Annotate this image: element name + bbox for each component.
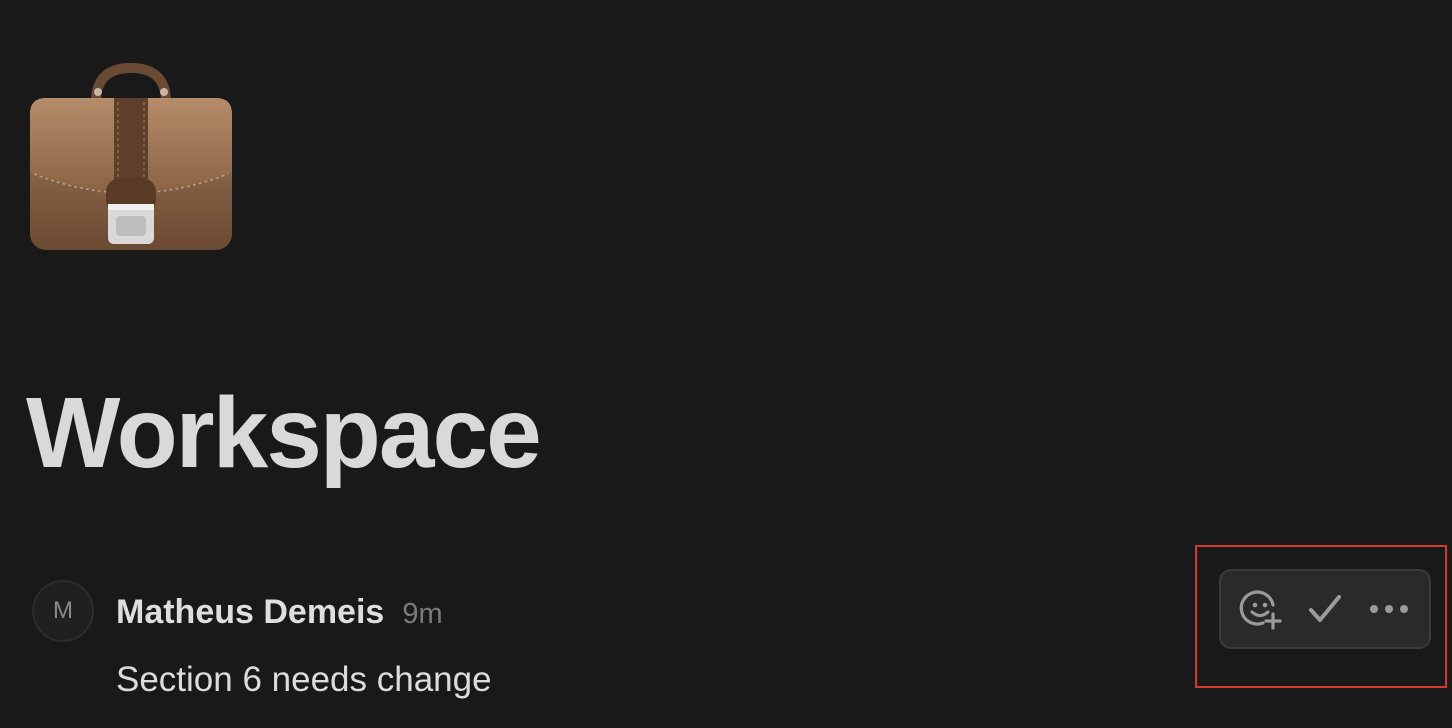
avatar[interactable]: M <box>32 580 94 642</box>
checkmark-icon <box>1309 595 1341 622</box>
comment-header: Matheus Demeis 9m <box>116 593 443 632</box>
add-reaction-icon <box>1239 590 1282 630</box>
resolve-button[interactable] <box>1298 582 1352 636</box>
comment-timestamp: 9m <box>402 598 443 630</box>
more-options-button[interactable] <box>1362 582 1416 636</box>
page: Workspace M Matheus Demeis 9m Section 6 … <box>0 0 1452 728</box>
more-icon <box>1370 605 1408 613</box>
add-reaction-button[interactable] <box>1234 582 1288 636</box>
comment-author[interactable]: Matheus Demeis <box>116 593 384 632</box>
briefcase-icon[interactable] <box>26 62 236 258</box>
comment-body: Section 6 needs change <box>116 660 492 699</box>
comment-action-bar <box>1219 569 1431 649</box>
page-title[interactable]: Workspace <box>26 378 542 488</box>
